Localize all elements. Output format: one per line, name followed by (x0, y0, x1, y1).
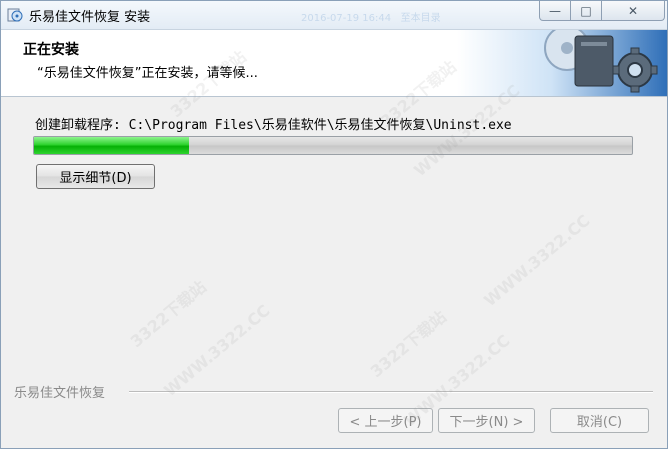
page-subtitle: “乐易佳文件恢复”正在安装，请等候... (37, 66, 258, 81)
page-title: 正在安装 (23, 42, 79, 58)
watermark-text: WWW.3322.CC (160, 300, 274, 401)
progress-fill (34, 137, 189, 154)
brand-label: 乐易佳文件恢复 (14, 386, 106, 401)
minimize-button[interactable]: — (539, 1, 571, 21)
back-button[interactable]: < 上一步(P) (338, 408, 433, 433)
title-ghost-text: 2016-07-19 16:44 至本目录 (301, 13, 441, 24)
header-panel: 正在安装 “乐易佳文件恢复”正在安装，请等候... (1, 30, 667, 97)
install-progress-bar (33, 136, 633, 155)
window-title: 乐易佳文件恢复 安装 (29, 10, 151, 25)
watermark-text: WWW.3322.CC (480, 210, 594, 311)
installer-window: 乐易佳文件恢复 安装 2016-07-19 16:44 至本目录 — □ ✕ 正… (0, 0, 668, 449)
show-details-button[interactable]: 显示细节(D) (36, 164, 155, 189)
installer-app-icon (7, 8, 23, 22)
cancel-button[interactable]: 取消(C) (550, 408, 649, 433)
title-bar[interactable]: 乐易佳文件恢复 安装 2016-07-19 16:44 至本目录 — □ ✕ (1, 1, 667, 30)
disc-gear-header-icon (457, 30, 667, 96)
close-button[interactable]: ✕ (601, 1, 665, 21)
next-button[interactable]: 下一步(N) > (438, 408, 535, 433)
minimize-icon: — (549, 3, 561, 18)
install-status-text: 创建卸载程序: C:\Program Files\乐易佳软件\乐易佳文件恢复\U… (35, 118, 512, 133)
watermark-text: 3322下载站 (366, 307, 450, 382)
maximize-button[interactable]: □ (570, 1, 602, 21)
maximize-icon: □ (580, 3, 592, 18)
close-icon: ✕ (627, 3, 639, 18)
footer-divider (129, 391, 653, 393)
watermark-text: 3322下载站 (126, 277, 210, 352)
